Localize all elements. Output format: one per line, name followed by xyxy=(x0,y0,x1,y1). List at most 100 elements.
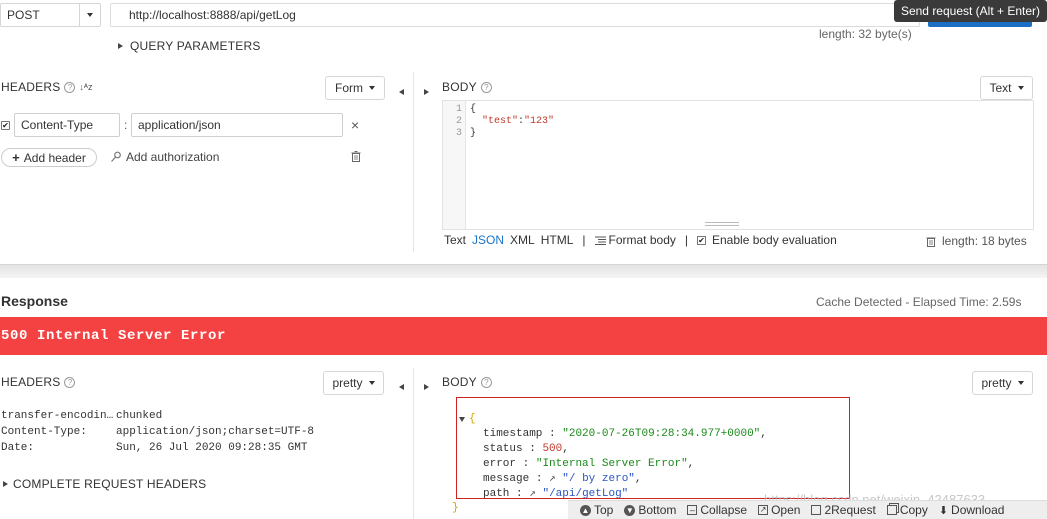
download-icon: ⬇ xyxy=(938,504,949,517)
format-html[interactable]: HTML xyxy=(541,233,574,247)
collapse-button[interactable]: – Collapse xyxy=(687,503,747,517)
trash-icon[interactable] xyxy=(351,151,361,165)
arrow-down-icon: ▼ xyxy=(624,504,636,516)
method-select[interactable]: POST xyxy=(0,3,80,27)
help-icon[interactable]: ? xyxy=(64,81,76,93)
chevron-down-icon xyxy=(87,13,93,17)
send-tooltip: Send request (Alt + Enter) xyxy=(894,0,1047,22)
chevron-down-icon xyxy=(369,86,375,90)
caret-left-icon xyxy=(399,384,404,390)
arrow-up-icon: ▲ xyxy=(580,504,591,516)
json-row-message: message : ↗ "/ by zero", xyxy=(483,473,642,485)
method-dropdown-button[interactable] xyxy=(79,3,101,27)
key-icon xyxy=(111,151,121,162)
format-xml[interactable]: XML xyxy=(510,233,535,247)
enable-eval-label: Enable body evaluation xyxy=(712,233,837,247)
line-number: 3 xyxy=(455,128,462,139)
cache-info: Cache Detected - Elapsed Time: 2.59s xyxy=(816,295,1022,309)
help-icon[interactable]: ? xyxy=(64,376,76,388)
panel-divider[interactable] xyxy=(413,368,414,519)
scroll-top-button[interactable]: ▲ Top xyxy=(580,503,613,517)
copy-button[interactable]: Copy xyxy=(886,503,928,517)
json-row-timestamp: timestamp : "2020-07-26T09:28:34.977+000… xyxy=(483,428,767,440)
collapse-toggle-icon[interactable] xyxy=(459,417,465,422)
response-toolbar: ▲ Top ▼ Bottom – Collapse ↗ Open 2Reques… xyxy=(568,500,1047,519)
align-icon xyxy=(594,236,606,245)
json-row-error: error : "Internal Server Error", xyxy=(483,458,695,470)
request-length: length: 32 byte(s) xyxy=(819,27,912,41)
plus-icon: + xyxy=(12,149,20,165)
request-icon xyxy=(811,505,822,515)
sort-icon[interactable]: ↓ᴬz xyxy=(79,82,92,92)
response-body-title: BODY ? xyxy=(442,375,492,389)
response-header-row: Content-Type: application/json;charset=U… xyxy=(1,426,315,438)
line-number-gutter: 1 2 3 xyxy=(443,101,466,229)
body-length: length: 18 bytes xyxy=(926,234,1027,248)
header-enabled-checkbox[interactable]: ✔ xyxy=(1,121,10,130)
response-title: Response xyxy=(1,293,68,309)
resize-handle[interactable] xyxy=(705,222,739,226)
panel-divider[interactable] xyxy=(413,72,414,252)
add-authorization-link[interactable]: Add authorization xyxy=(110,150,219,164)
response-headers-mode-select[interactable]: pretty xyxy=(323,371,384,395)
response-headers-list: transfer-encodin… chunked Content-Type: … xyxy=(1,408,314,456)
format-json[interactable]: JSON xyxy=(472,233,504,247)
external-link-icon[interactable]: ↗ xyxy=(549,473,556,485)
body-format-bar: Text JSON XML HTML | Format body | ✔ Ena… xyxy=(444,233,837,247)
expand-right-handle[interactable] xyxy=(424,379,429,393)
complete-headers-toggle[interactable]: COMPLETE REQUEST HEADERS xyxy=(3,477,206,491)
caret-right-icon xyxy=(118,43,123,49)
open-icon: ↗ xyxy=(758,505,769,515)
response-header-row: transfer-encodin… chunked xyxy=(1,410,163,422)
method-value: POST xyxy=(7,8,40,22)
remove-header-icon[interactable]: × xyxy=(351,117,359,133)
add-header-button[interactable]: + Add header xyxy=(1,148,97,167)
copy-icon xyxy=(886,505,897,515)
caret-right-icon xyxy=(424,89,429,95)
response-json-viewer: { timestamp : "2020-07-26T09:28:34.977+0… xyxy=(456,397,850,499)
caret-left-icon xyxy=(399,89,404,95)
section-separator xyxy=(0,264,1047,278)
help-icon[interactable]: ? xyxy=(480,81,492,93)
chevron-down-icon xyxy=(1017,86,1024,90)
external-link-icon[interactable]: ↗ xyxy=(529,488,536,498)
header-name-input[interactable]: Content-Type xyxy=(14,113,120,137)
download-button[interactable]: ⬇ Download xyxy=(939,503,1005,517)
header-value-input[interactable]: application/json xyxy=(131,113,343,137)
response-body-mode-select[interactable]: pretty xyxy=(972,371,1033,395)
collapse-icon: – xyxy=(687,505,698,515)
json-close-brace: } xyxy=(452,502,459,514)
caret-right-icon xyxy=(424,384,429,390)
body-mode-select[interactable]: Text xyxy=(980,76,1033,100)
chevron-down-icon xyxy=(1017,381,1024,385)
status-banner: 500 Internal Server Error xyxy=(0,317,1047,355)
to-request-button[interactable]: 2Request xyxy=(811,503,876,517)
json-row-path: path : ↗ "/api/getLog" xyxy=(483,488,629,499)
url-input[interactable]: http://localhost:8888/api/getLog xyxy=(110,3,920,27)
body-editor[interactable]: 1 2 3 { "test":"123" } xyxy=(442,100,1034,230)
headers-mode-select[interactable]: Form xyxy=(325,76,385,100)
request-body-title: BODY ? xyxy=(442,80,492,94)
separator: | xyxy=(684,233,688,247)
json-row-status: status : 500, xyxy=(483,443,569,455)
collapse-left-handle[interactable] xyxy=(399,84,404,98)
response-headers-title: HEADERS ? xyxy=(1,375,76,389)
format-text[interactable]: Text xyxy=(444,233,466,247)
scroll-bottom-button[interactable]: ▼ Bottom xyxy=(624,503,676,517)
collapse-left-handle[interactable] xyxy=(399,379,404,393)
request-headers-title: HEADERS ? ↓ᴬz xyxy=(1,80,93,94)
response-header-row: Date: Sun, 26 Jul 2020 09:28:35 GMT xyxy=(1,442,308,454)
query-parameters-toggle[interactable]: QUERY PARAMETERS xyxy=(118,39,261,53)
trash-icon[interactable] xyxy=(926,236,936,247)
separator: | xyxy=(582,233,586,247)
line-number: 1 xyxy=(455,104,462,115)
format-body-button[interactable]: Format body xyxy=(594,233,676,247)
code-area: { "test":"123" } xyxy=(470,104,555,139)
open-button[interactable]: ↗ Open xyxy=(758,503,800,517)
caret-right-icon xyxy=(3,481,8,487)
header-colon: : xyxy=(124,118,128,132)
enable-eval-checkbox[interactable]: ✔ xyxy=(697,235,706,245)
line-number: 2 xyxy=(455,116,462,127)
help-icon[interactable]: ? xyxy=(480,376,492,388)
expand-right-handle[interactable] xyxy=(424,84,429,98)
